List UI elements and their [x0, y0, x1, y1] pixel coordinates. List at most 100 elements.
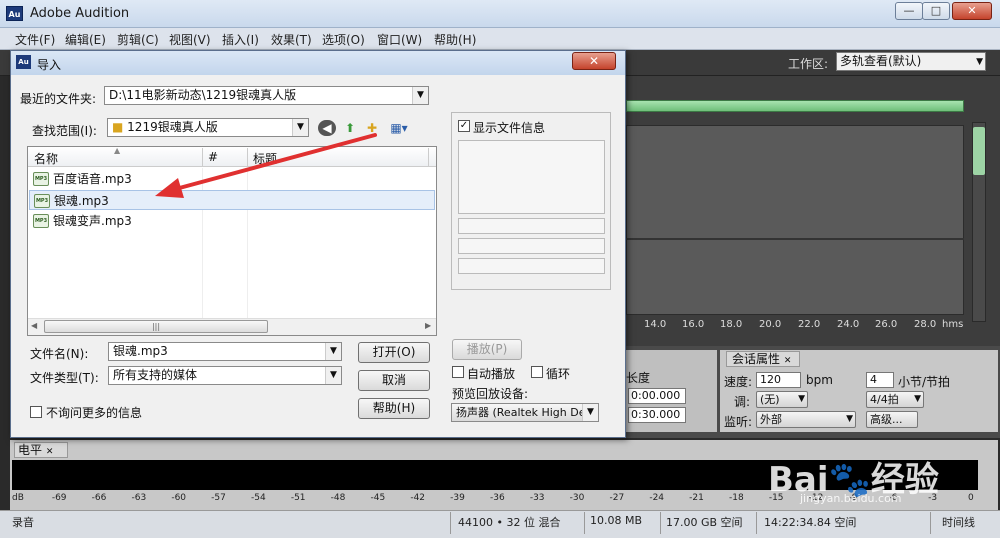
play-button[interactable]: 播放(P)	[452, 339, 522, 360]
db-tick: 0	[968, 493, 974, 503]
menu-clip[interactable]: 剪辑(C)	[117, 31, 159, 48]
status-divider	[930, 512, 931, 534]
look-in-label: 查找范围(I):	[32, 124, 97, 138]
filetype-value: 所有支持的媒体	[113, 368, 198, 382]
status-sample-rate: 44100 • 32 位 混合	[458, 516, 561, 529]
recent-folder-label: 最近的文件夹:	[20, 92, 97, 106]
close-icon[interactable]: ✕	[46, 447, 54, 457]
chevron-down-icon: ▼	[412, 87, 428, 104]
db-tick: -30	[569, 493, 585, 503]
menu-window[interactable]: 窗口(W)	[377, 31, 422, 48]
list-item[interactable]: MP3 银魂变声.mp3	[29, 211, 435, 231]
chevron-down-icon: ▼	[914, 394, 921, 404]
monitor-label: 监听:	[724, 415, 753, 429]
length-label: 长度	[626, 371, 651, 385]
db-tick: -54	[251, 493, 266, 503]
close-icon[interactable]: ✕	[784, 356, 792, 366]
column-divider[interactable]	[428, 148, 429, 166]
tab-level[interactable]: 电平 ✕	[14, 442, 68, 458]
filetype-select[interactable]: 所有支持的媒体 ▼	[108, 366, 342, 385]
tab-session-properties[interactable]: 会话属性 ✕	[726, 351, 800, 367]
track-divider	[626, 238, 964, 240]
status-divider	[660, 512, 661, 534]
db-tick: dB	[12, 493, 24, 503]
speed-input[interactable]: 120	[756, 372, 801, 388]
chevron-down-icon: ▼	[582, 404, 598, 421]
menu-file[interactable]: 文件(F)	[15, 31, 55, 48]
key-select[interactable]: (无) ▼	[756, 391, 808, 408]
loop-label: 循环	[546, 367, 571, 381]
recent-folder-value: D:\11电影新动态\1219银魂真人版	[109, 88, 297, 102]
filetype-label: 文件类型(T):	[30, 371, 99, 385]
ruler-unit: hms	[942, 319, 964, 330]
ruler-tick: 28.0	[914, 319, 937, 330]
horizontal-scrollbar-thumb[interactable]: |||	[44, 320, 268, 333]
mp3-file-icon: MP3	[33, 172, 49, 186]
advanced-button[interactable]: 高级...	[866, 411, 918, 428]
help-button[interactable]: 帮助(H)	[358, 398, 430, 419]
mp3-file-icon: MP3	[33, 214, 49, 228]
preview-device-value: 扬声器 (Realtek High Defir	[456, 406, 597, 419]
chevron-down-icon: ▼	[976, 57, 983, 67]
ruler-tick: 14.0	[644, 319, 667, 330]
menu-view[interactable]: 视图(V)	[169, 31, 211, 48]
scroll-right-icon[interactable]: ▶	[425, 321, 431, 330]
menu-options[interactable]: 选项(O)	[322, 31, 365, 48]
key-label: 调:	[734, 395, 751, 409]
menu-edit[interactable]: 编辑(E)	[65, 31, 106, 48]
cancel-button[interactable]: 取消	[358, 370, 430, 391]
loop-checkbox[interactable]	[531, 366, 543, 378]
time-signature-select[interactable]: 4/4拍 ▼	[866, 391, 924, 408]
db-tick: -27	[609, 493, 625, 503]
maximize-button[interactable]: □	[922, 2, 950, 20]
app-title: Adobe Audition	[30, 6, 130, 21]
overview-bar[interactable]	[626, 100, 964, 112]
waveform-area[interactable]	[626, 125, 964, 315]
chevron-down-icon: ▼	[846, 414, 853, 424]
open-button[interactable]: 打开(O)	[358, 342, 430, 363]
close-button[interactable]: ✕	[952, 2, 992, 20]
menu-insert[interactable]: 插入(I)	[222, 31, 259, 48]
autoplay-label: 自动播放	[467, 367, 516, 381]
ruler-tick: 20.0	[759, 319, 782, 330]
scroll-left-icon[interactable]: ◀	[31, 321, 37, 330]
ruler-tick: 24.0	[837, 319, 860, 330]
dialog-close-button[interactable]: ✕	[572, 52, 616, 70]
menu-effects[interactable]: 效果(T)	[271, 31, 312, 48]
workspace-select[interactable]: 多轨查看(默认) ▼	[836, 52, 986, 71]
status-free-time: 14:22:34.84 空间	[764, 516, 857, 529]
ruler-tick: 16.0	[682, 319, 705, 330]
minimize-button[interactable]: —	[895, 2, 923, 20]
beats-input[interactable]: 4	[866, 372, 894, 388]
menubar: 文件(F) 编辑(E) 剪辑(C) 视图(V) 插入(I) 效果(T) 选项(O…	[0, 28, 1000, 50]
status-free-space: 17.00 GB 空间	[666, 516, 743, 529]
preview-device-select[interactable]: 扬声器 (Realtek High Defir ▼	[451, 403, 599, 422]
column-name[interactable]: 名称	[34, 150, 58, 167]
status-divider	[756, 512, 757, 534]
file-name: 百度语音.mp3	[53, 172, 132, 186]
filename-input[interactable]: 银魂.mp3 ▼	[108, 342, 342, 361]
db-tick: -51	[290, 493, 306, 503]
file-info-line	[458, 218, 605, 234]
show-info-checkbox[interactable]: ✓	[458, 120, 470, 132]
db-tick: -48	[330, 493, 346, 503]
db-tick: -66	[91, 493, 107, 503]
ruler-tick: 22.0	[798, 319, 821, 330]
menu-help[interactable]: 帮助(H)	[434, 31, 476, 48]
vertical-scrollbar-thumb[interactable]	[973, 127, 985, 175]
no-more-info-checkbox[interactable]	[30, 406, 42, 418]
time-end-field[interactable]: 0:30.000	[628, 407, 686, 423]
chevron-down-icon: ▼	[798, 394, 805, 404]
red-arrow-annotation	[155, 133, 377, 198]
recent-folder-select[interactable]: D:\11电影新动态\1219银魂真人版 ▼	[104, 86, 429, 105]
app-titlebar	[0, 0, 1000, 28]
monitor-select[interactable]: 外部 ▼	[756, 411, 856, 428]
show-info-label: 显示文件信息	[473, 121, 546, 135]
dialog-title: 导入	[37, 58, 62, 72]
time-start-field[interactable]: 0:00.000	[628, 388, 686, 404]
sort-up-icon: ▲	[114, 146, 121, 155]
ruler-tick: 18.0	[720, 319, 743, 330]
dialog-titlebar	[11, 51, 625, 75]
autoplay-checkbox[interactable]	[452, 366, 464, 378]
folder-icon: ■	[112, 120, 124, 134]
